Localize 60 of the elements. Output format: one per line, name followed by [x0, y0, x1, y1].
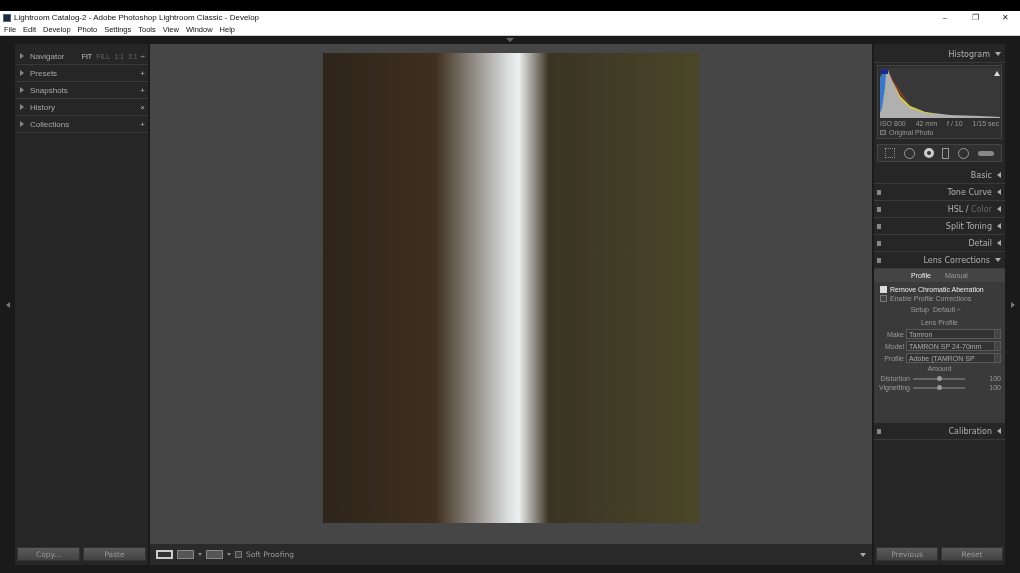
panel-switch-icon[interactable]: [877, 223, 881, 229]
graduated-filter-icon[interactable]: [942, 147, 950, 159]
panel-switch-icon[interactable]: [877, 189, 881, 195]
panel-title: Lens Corrections: [922, 255, 990, 265]
collapse-arrow-icon[interactable]: [5, 301, 10, 308]
expand-arrow-icon: [20, 104, 24, 110]
expand-arrow-icon: [997, 428, 1001, 434]
loupe-view-button[interactable]: [156, 550, 173, 559]
expand-arrow-icon: [997, 240, 1001, 246]
panel-title: Collections: [30, 119, 71, 129]
expand-arrow-icon: [997, 172, 1001, 178]
expand-arrow-icon: [995, 52, 1001, 56]
dropdown-arrow-icon[interactable]: [860, 552, 866, 557]
panel-action-button[interactable]: ÷: [140, 51, 145, 61]
window-control-button[interactable]: ✕: [990, 13, 1020, 22]
panel-switch-icon[interactable]: [877, 206, 881, 212]
panel-action-button[interactable]: +: [140, 68, 145, 78]
expand-arrow-icon: [995, 258, 1001, 262]
window-title: Lightroom Catalog-2 - Adobe Photoshop Lightroom Classic - Develop: [14, 13, 261, 22]
panel-header[interactable]: Snapshots +: [15, 82, 148, 99]
panel-action-button[interactable]: ×: [140, 102, 145, 112]
panel-title: Navigator: [30, 51, 66, 61]
slider-thumb[interactable]: [937, 375, 942, 381]
caret-icon[interactable]: [227, 553, 231, 556]
window-control-button[interactable]: ❐: [960, 13, 990, 22]
panel-title: Basic: [969, 170, 992, 180]
panel-header[interactable]: Collections +: [15, 116, 148, 133]
expand-arrow-icon: [997, 206, 1001, 212]
brush-icon[interactable]: [977, 150, 994, 156]
slider-thumb[interactable]: [937, 384, 942, 390]
expand-arrow-icon: [997, 189, 1001, 195]
panel-title: Histogram: [947, 49, 990, 59]
expand-arrow-icon: [20, 87, 24, 93]
expand-arrow-icon: [20, 70, 24, 76]
panel-title: History: [30, 102, 56, 112]
app-logo-icon: [3, 13, 11, 22]
collapse-arrow-icon[interactable]: [1010, 301, 1015, 308]
panel-switch-icon[interactable]: [877, 240, 881, 246]
checkbox[interactable]: [880, 295, 887, 302]
expand-arrow-icon: [20, 53, 24, 59]
panel-title: Tone Curve: [946, 187, 992, 197]
panel-switch-icon[interactable]: [877, 428, 881, 434]
window-control-button[interactable]: –: [930, 13, 960, 22]
panel-header[interactable]: Presets +: [15, 65, 148, 82]
expand-arrow-icon: [20, 121, 24, 127]
panel-action-button[interactable]: +: [140, 85, 145, 95]
caret-icon[interactable]: [198, 553, 202, 556]
panel-switch-icon[interactable]: [877, 257, 881, 263]
expand-arrow-icon: [997, 223, 1001, 229]
panel-title: Presets: [30, 68, 59, 78]
panel-title: Detail: [967, 238, 992, 248]
panel-title: Snapshots: [30, 85, 69, 95]
panel-title: Split Toning: [944, 221, 992, 231]
target-icon[interactable]: [923, 148, 934, 158]
checkbox[interactable]: [235, 551, 242, 558]
panel-action-button[interactable]: +: [140, 119, 145, 129]
panel-header[interactable]: History ×: [15, 99, 148, 116]
checkbox[interactable]: [880, 130, 886, 135]
crop-grid-icon[interactable]: [885, 148, 896, 158]
panel-title: Calibration: [947, 426, 992, 436]
